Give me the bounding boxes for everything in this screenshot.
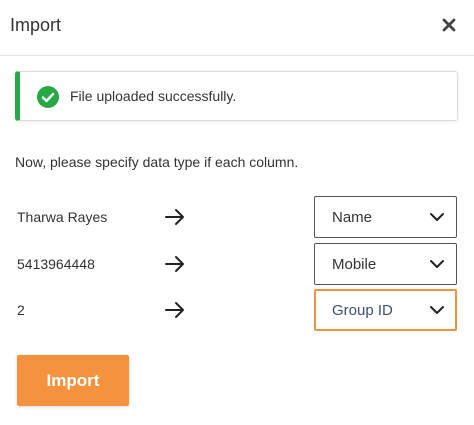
chevron-down-icon (430, 306, 444, 314)
import-button[interactable]: Import (17, 355, 129, 406)
mapping-row: 5413964448 Mobile (0, 243, 474, 287)
close-button[interactable] (440, 14, 458, 36)
column-sample-value: Tharwa Rayes (17, 209, 108, 225)
instruction-text: Now, please specify data type if each co… (15, 154, 299, 170)
dialog-title: Import (10, 15, 62, 35)
success-alert: File uploaded successfully. (15, 71, 458, 121)
data-type-selected: Name (332, 209, 373, 226)
arrow-right-icon (165, 209, 184, 225)
alert-message: File uploaded successfully. (70, 88, 237, 104)
data-type-select[interactable]: Group ID (314, 289, 457, 331)
mapping-row: Tharwa Rayes Name (0, 196, 474, 240)
check-circle-icon (37, 86, 59, 108)
chevron-down-icon (430, 260, 444, 268)
data-type-select[interactable]: Name (314, 196, 457, 238)
arrow-right-icon (165, 302, 184, 318)
chevron-down-icon (430, 213, 444, 221)
data-type-selected: Mobile (332, 256, 377, 273)
column-sample-value: 2 (17, 302, 25, 318)
arrow-right-icon (165, 256, 184, 272)
close-icon (442, 18, 456, 32)
dialog-header: Import (0, 0, 474, 56)
mapping-row: 2 Group ID (0, 289, 474, 333)
data-type-select[interactable]: Mobile (314, 243, 457, 285)
data-type-selected: Group ID (332, 302, 393, 319)
column-sample-value: 5413964448 (17, 256, 95, 272)
